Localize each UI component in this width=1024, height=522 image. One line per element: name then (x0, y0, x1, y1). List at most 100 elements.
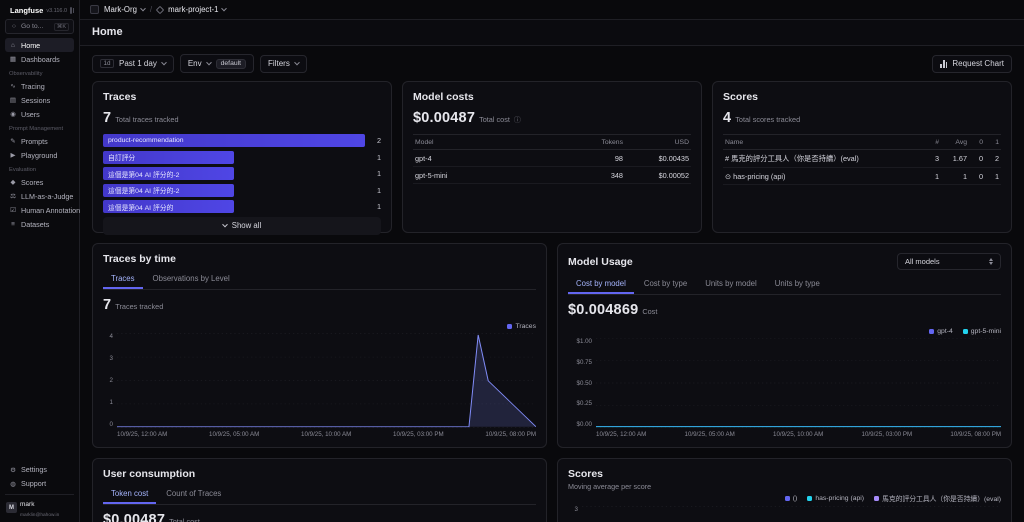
card-title: Model costs (413, 91, 474, 103)
chart-legend: () has-pricing (api) 馬克的評分工具人（你是否持續）(eval) (568, 493, 1001, 503)
score-one: 1 (994, 171, 999, 181)
trace-bar-row[interactable]: 這個是第04 AI 評分的 1 (103, 200, 381, 213)
annotation-icon: ☑ (10, 207, 16, 214)
tab-traces[interactable]: Traces (103, 271, 143, 289)
sidebar-item-datasets[interactable]: ≡ Datasets (5, 217, 74, 231)
tab-units-by-type[interactable]: Units by type (767, 276, 828, 294)
trace-bar-row[interactable]: 這個是第04 AI 評分的-2 1 (103, 167, 381, 180)
legend-item[interactable]: gpt-4 (929, 328, 953, 335)
user-meta: mark marklin@hahow.in (20, 498, 73, 518)
traces-line-chart[interactable] (117, 333, 536, 428)
env-filter-button[interactable]: Env default (179, 54, 255, 73)
show-all-button[interactable]: Show all (103, 216, 381, 235)
users-icon: ◉ (10, 111, 16, 118)
request-chart-button[interactable]: Request Chart (932, 54, 1012, 73)
sidebar-item-sessions[interactable]: ▤ Sessions (5, 93, 74, 107)
sidebar-item-dashboards[interactable]: ▦ Dashboards (5, 52, 74, 66)
sidebar-item-prompts[interactable]: ✎ Prompts (5, 134, 74, 148)
tab-token-cost[interactable]: Token cost (103, 486, 157, 504)
sidebar-item-support[interactable]: ◍ Support (5, 477, 74, 491)
chevron-down-icon (140, 5, 146, 11)
trace-count: 1 (376, 169, 381, 178)
cards-row-3: User consumption Token cost Count of Tra… (92, 458, 1012, 522)
traces-card: Traces 7 Total traces tracked product-re… (92, 81, 392, 235)
sidebar-item-scores[interactable]: ◆ Scores (5, 175, 74, 189)
legend-label: gpt-4 (937, 328, 953, 335)
sidebar-item-llm-as-a-judge[interactable]: ⚖ LLM-as-a-Judge (5, 189, 74, 203)
sidebar-collapse-icon[interactable] (70, 7, 75, 14)
x-axis: 10/9/25, 12:00 AM 10/9/25, 05:00 AM 10/9/2… (596, 431, 1001, 438)
project-switcher[interactable]: mark-project-1 (168, 5, 228, 14)
user-total-cost: $0.00487 (103, 512, 166, 522)
trace-name: 自訂評分 (108, 155, 136, 162)
date-range-button[interactable]: 1d Past 1 day (92, 54, 174, 73)
breadcrumb-separator: / (149, 5, 153, 14)
card-subtitle: Moving average per score (568, 482, 652, 491)
legend-item[interactable]: Traces (507, 323, 536, 330)
legend-dot-icon (807, 495, 813, 501)
sidebar-item-tracing[interactable]: ∿ Tracing (5, 79, 74, 93)
filters-button[interactable]: Filters (260, 54, 307, 73)
traces-by-time-card: Traces by time Traces Observations by Le… (92, 243, 547, 448)
legend-item[interactable]: 馬克的評分工具人（你是否持續）(eval) (874, 493, 1001, 503)
user-menu[interactable]: M mark marklin@hahow.in (5, 493, 74, 518)
trace-bar-row[interactable]: 自訂評分 1 (103, 150, 381, 164)
traces-total: 7 Total traces tracked (103, 110, 381, 126)
model-filter-value: All models (905, 257, 940, 266)
scale-icon: ⚖ (10, 193, 16, 200)
axis-tick: 10/9/25, 10:00 AM (773, 431, 824, 438)
dashboard-icon: ▦ (9, 56, 17, 63)
table-row[interactable]: # 馬克的評分工具人（你是否持續）(eval) 3 1.67 0 2 (723, 150, 1001, 168)
trace-bar: 自訂評分 (103, 150, 234, 164)
model-filter-select[interactable]: All models (897, 253, 1001, 270)
info-icon[interactable]: ⓘ (514, 115, 521, 125)
sidebar-item-human-annotation[interactable]: ☑ Human Annotation (5, 203, 80, 217)
section-title-evaluation: Evaluation (9, 167, 37, 173)
sidebar-item-label: Sessions (21, 95, 51, 105)
table-row[interactable]: gpt-5-mini 348 $0.00052 (413, 167, 691, 184)
traces-by-time-tabs: Traces Observations by Level (103, 271, 536, 290)
tab-observations-by-level[interactable]: Observations by Level (145, 271, 238, 289)
trace-bar-row[interactable]: product-recommendation 2 (103, 134, 381, 147)
trace-bar-row[interactable]: 這個是第04 AI 評分的-2 1 (103, 183, 381, 197)
trace-bar: product-recommendation (103, 134, 365, 147)
model-usage-line-chart[interactable] (596, 338, 1001, 428)
table-row[interactable]: gpt-4 98 $0.00435 (413, 150, 691, 167)
axis-tick: 3 (109, 355, 113, 362)
org-avatar-icon (90, 5, 99, 14)
sidebar-item-users[interactable]: ◉ Users (5, 107, 74, 121)
card-title: User consumption (103, 468, 196, 480)
sidebar-item-playground[interactable]: ▶ Playground (5, 148, 74, 162)
tab-count-of-traces[interactable]: Count of Traces (158, 486, 229, 504)
y-axis: 32 (568, 506, 582, 522)
model-usage-tabs: Cost by model Cost by type Units by mode… (568, 276, 1001, 295)
axis-tick: $0.00 (576, 421, 592, 428)
score-avg: 1.67 (952, 154, 967, 163)
sidebar-item-settings[interactable]: ⚙ Settings (5, 463, 74, 477)
tab-units-by-model[interactable]: Units by model (697, 276, 765, 294)
axis-tick: $0.25 (576, 400, 592, 408)
avatar: M (6, 502, 17, 514)
scores-header: Name # Avg 0 1 (723, 134, 1001, 150)
date-range-label: Past 1 day (119, 59, 157, 68)
trace-count: 1 (376, 152, 381, 162)
goto-search-button[interactable]: ○ Go to... ⌘K (5, 19, 74, 34)
legend-item[interactable]: has-pricing (api) (807, 495, 864, 502)
model-tokens: 348 (610, 170, 623, 180)
legend-dot-icon (784, 495, 790, 501)
legend-item[interactable]: gpt-5-mini (962, 328, 1001, 335)
axis-tick: $1.00 (576, 338, 592, 345)
scores-line-chart[interactable] (582, 506, 1001, 522)
org-switcher[interactable]: Mark-Org (104, 5, 146, 14)
col-one: 1 (995, 138, 999, 146)
tab-cost-by-type[interactable]: Cost by type (636, 276, 695, 294)
table-row[interactable]: ⊙ has-pricing (api) 1 1 0 1 (723, 168, 1001, 185)
tab-cost-by-model[interactable]: Cost by model (568, 276, 634, 294)
brand-name: Langfuse (10, 6, 44, 15)
bar-chart-icon (940, 59, 948, 68)
legend-item[interactable]: () (784, 494, 798, 502)
card-title: Scores (568, 468, 604, 480)
legend-label: () (792, 494, 798, 502)
sidebar-item-home[interactable]: ⌂ Home (5, 38, 74, 52)
show-all-label: Show all (231, 221, 262, 230)
